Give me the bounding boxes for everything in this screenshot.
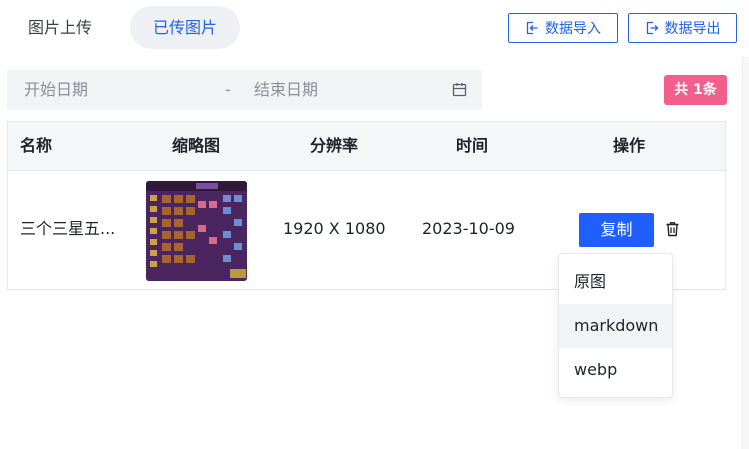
total-count-badge: 共 1条 [664,75,727,105]
export-icon [646,21,658,35]
header-time: 时间 [455,136,488,155]
copy-button[interactable]: 复制 [579,213,654,247]
date-range-separator: - [225,80,231,99]
header-name: 名称 [20,136,53,155]
copy-format-menu: 原图 markdown webp [558,253,673,398]
header-actions: 操作 [612,136,645,155]
image-time: 2023-10-09 [422,219,515,238]
import-icon [526,21,538,35]
data-import-label: 数据导入 [545,21,601,37]
scrollbar-track[interactable] [742,57,749,449]
table-header: 名称 缩略图 分辨率 时间 操作 [8,122,725,171]
end-date-input[interactable]: 结束日期 [254,70,318,110]
tab-image-upload[interactable]: 图片上传 [6,6,114,49]
image-thumbnail[interactable] [146,181,247,281]
image-resolution: 1920 X 1080 [283,219,386,238]
data-import-button[interactable]: 数据导入 [508,13,618,43]
data-export-button[interactable]: 数据导出 [628,13,737,43]
header-resolution: 分辨率 [309,136,358,155]
data-export-label: 数据导出 [664,21,721,37]
uploaded-images-page: 图片上传 已传图片 数据导入 数据导出 开始日期 - 结束日期 共 1条 名称 … [0,0,749,449]
date-range-picker[interactable]: 开始日期 - 结束日期 [7,70,482,110]
calendar-icon[interactable] [452,82,467,97]
image-name: 三个三星五... [20,219,116,238]
menu-item-original[interactable]: 原图 [559,260,672,304]
trash-icon[interactable] [665,221,680,237]
header-thumbnail: 缩略图 [171,136,220,155]
tab-uploaded-images[interactable]: 已传图片 [130,6,240,49]
menu-item-markdown[interactable]: markdown [559,304,672,348]
menu-item-webp[interactable]: webp [559,348,672,392]
thumbnail-picture [146,181,247,281]
start-date-input[interactable]: 开始日期 [24,70,88,110]
